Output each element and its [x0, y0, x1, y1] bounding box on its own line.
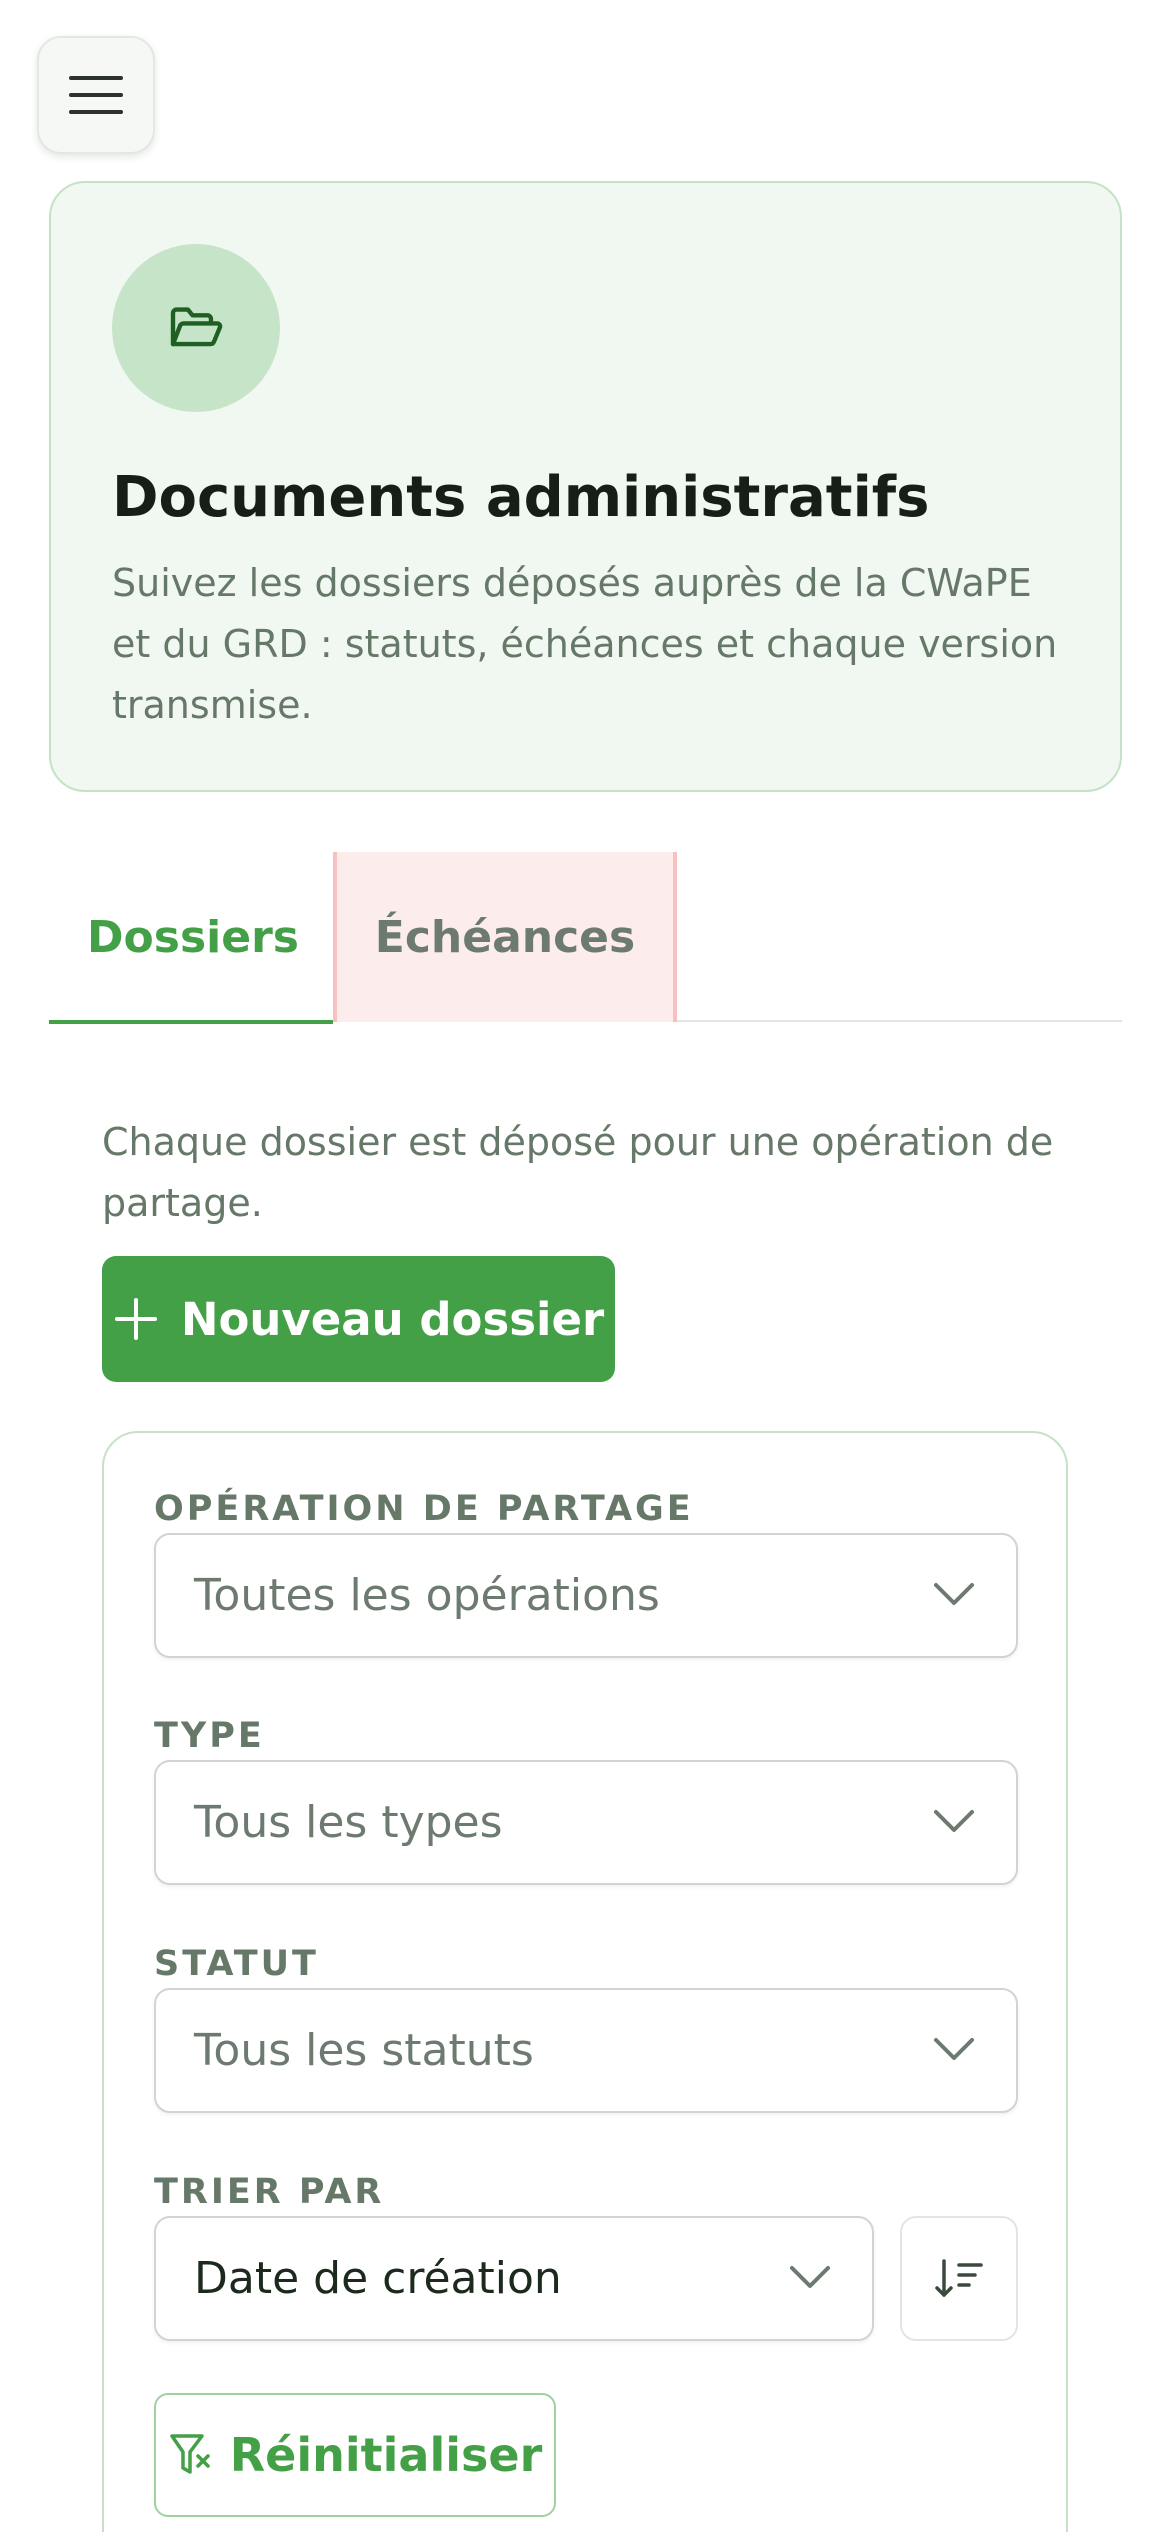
chevron-down-icon [934, 1583, 974, 1605]
filters-panel: OPÉRATION DE PARTAGE Toutes les opératio… [102, 1431, 1068, 2532]
chevron-down-icon [790, 2266, 830, 2288]
type-select[interactable]: Tous les types [154, 1760, 1018, 1885]
folder-open-icon [170, 307, 223, 347]
sort-select[interactable]: Date de création [154, 2216, 874, 2341]
reset-filters-button[interactable]: Réinitialiser [154, 2393, 556, 2517]
status-select-value: Tous les statuts [194, 2025, 534, 2076]
type-filter-label: TYPE [154, 1716, 265, 1756]
operation-select-value: Toutes les opérations [194, 1570, 660, 1621]
status-select[interactable]: Tous les statuts [154, 1988, 1018, 2113]
page-header-card: Documents administratifs Suivez les doss… [49, 181, 1122, 792]
plus-icon [114, 1298, 157, 1340]
sort-select-value: Date de création [194, 2253, 562, 2304]
chevron-down-icon [934, 2038, 974, 2060]
section-intro-text: Chaque dossier est déposé pour une opéra… [102, 1120, 1054, 1225]
type-select-value: Tous les types [194, 1797, 503, 1848]
hamburger-menu-icon [69, 76, 123, 114]
new-dossier-label: Nouveau dossier [180, 1292, 605, 1346]
operation-select[interactable]: Toutes les opérations [154, 1533, 1018, 1658]
reset-filters-label: Réinitialiser [229, 2428, 543, 2482]
sort-direction-button[interactable] [900, 2216, 1018, 2341]
sort-descending-icon [935, 2258, 983, 2297]
menu-button[interactable] [37, 36, 155, 154]
hero-icon-badge [112, 244, 280, 412]
new-dossier-button[interactable]: Nouveau dossier [102, 1256, 615, 1382]
page-title: Documents administratifs [112, 465, 930, 530]
sort-label: TRIER PAR [154, 2172, 385, 2212]
tab-echeances[interactable]: Échéances [333, 852, 677, 1022]
tab-bar: Dossiers Échéances [49, 852, 1122, 1024]
tab-dossiers[interactable]: Dossiers [49, 852, 333, 1024]
chevron-down-icon [934, 1810, 974, 1832]
page-description: Suivez les dossiers déposés auprès de la… [112, 561, 1058, 727]
operation-filter-label: OPÉRATION DE PARTAGE [154, 1489, 694, 1529]
status-filter-label: STATUT [154, 1944, 319, 1984]
filter-reset-icon [170, 2434, 210, 2474]
